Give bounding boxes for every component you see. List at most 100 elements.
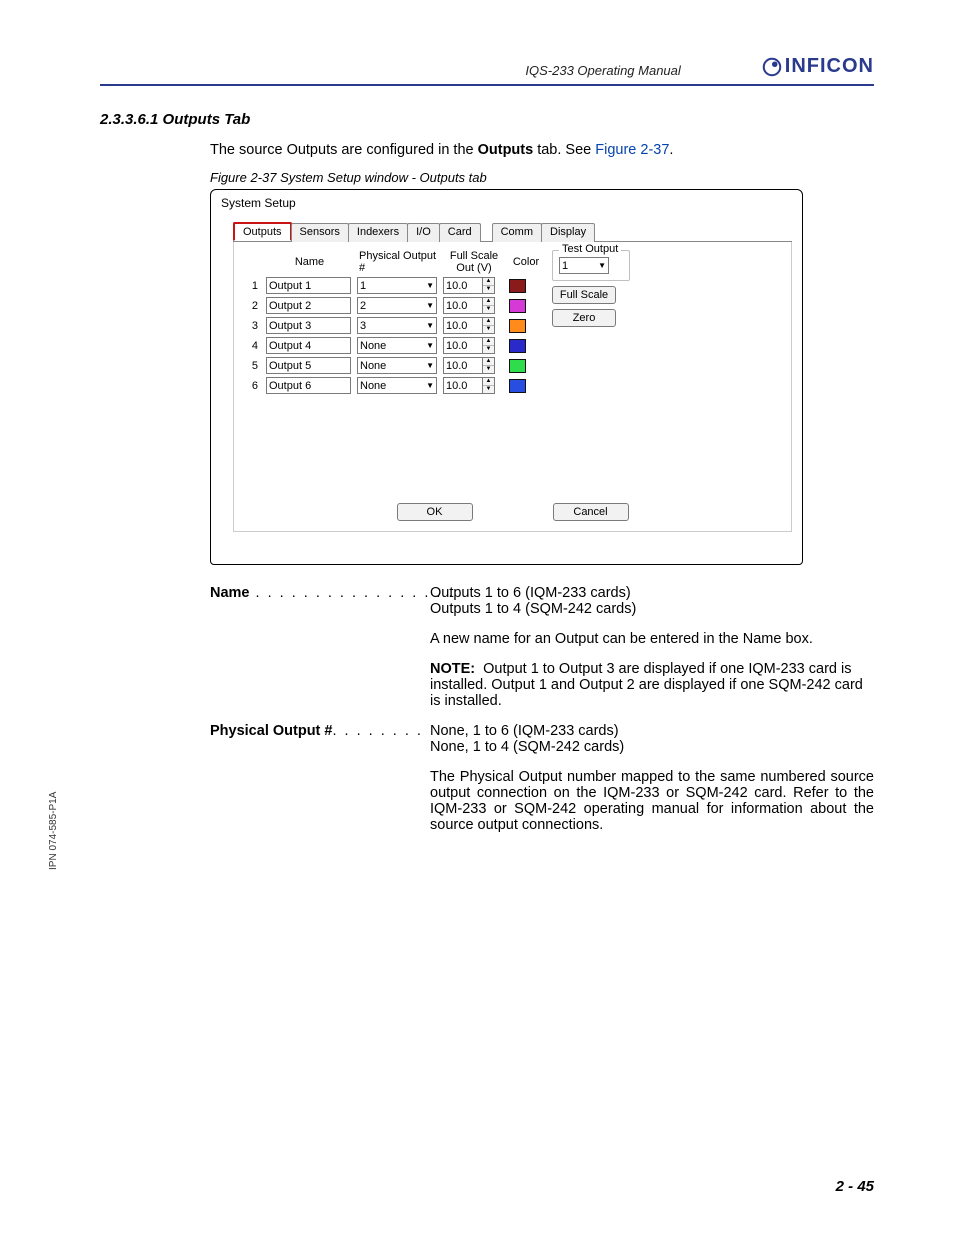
zero-button[interactable]: Zero — [552, 309, 616, 327]
tab-page-outputs: Name Physical Output # Full Scale Out (V… — [233, 242, 792, 532]
brand-text: INFICON — [785, 55, 874, 78]
logo-swirl-icon — [761, 56, 783, 78]
tab-card[interactable]: Card — [439, 223, 481, 242]
row-index: 2 — [244, 300, 260, 312]
intro-pre: The source Outputs are configured in the — [210, 142, 478, 158]
spinner-down-icon[interactable]: ▼ — [483, 286, 494, 293]
col-phys: Physical Output # — [357, 250, 437, 274]
physical-output-combo[interactable]: None▼ — [357, 337, 437, 354]
full-scale-button[interactable]: Full Scale — [552, 286, 616, 304]
col-fullscale: Full Scale Out (V) — [443, 250, 503, 274]
spinner-down-icon[interactable]: ▼ — [483, 366, 494, 373]
row-index: 6 — [244, 380, 260, 392]
spinner-up-icon[interactable]: ▲ — [483, 278, 494, 286]
spinner-up-icon[interactable]: ▲ — [483, 378, 494, 386]
def-phys: Physical Output #. . . . . . . . None, 1… — [210, 723, 874, 847]
test-output-combo[interactable]: 1 ▼ — [559, 257, 609, 274]
physical-output-combo[interactable]: None▼ — [357, 377, 437, 394]
intro-bold: Outputs — [478, 142, 534, 158]
figure-reference-link[interactable]: Figure 2-37 — [595, 142, 669, 158]
color-swatch[interactable] — [509, 379, 526, 393]
def-name: Name . . . . . . . . . . . . . . . . . O… — [210, 585, 874, 709]
physical-output-combo[interactable]: 3▼ — [357, 317, 437, 334]
output-name-input[interactable] — [266, 297, 351, 314]
fullscale-spinner[interactable]: ▲▼ — [443, 337, 503, 354]
window-title: System Setup — [211, 190, 802, 212]
spinner-up-icon[interactable]: ▲ — [483, 338, 494, 346]
fullscale-spinner[interactable]: ▲▼ — [443, 297, 503, 314]
brand-logo: INFICON — [761, 55, 874, 78]
tab-io[interactable]: I/O — [407, 223, 440, 242]
color-swatch[interactable] — [509, 359, 526, 373]
fullscale-spinner[interactable]: ▲▼ — [443, 377, 503, 394]
definitions: Name . . . . . . . . . . . . . . . . . O… — [210, 585, 874, 847]
page-header: IQS-233 Operating Manual INFICON — [100, 55, 874, 86]
note-body: Output 1 to Output 3 are displayed if on… — [430, 661, 863, 709]
output-name-input[interactable] — [266, 357, 351, 374]
fullscale-spinner[interactable]: ▲▼ — [443, 317, 503, 334]
fullscale-value[interactable] — [443, 317, 483, 334]
system-setup-window: System Setup Outputs Sensors Indexers I/… — [210, 189, 803, 565]
output-name-input[interactable] — [266, 337, 351, 354]
test-output-fieldset: Test Output 1 ▼ — [552, 250, 630, 281]
spinner-up-icon[interactable]: ▲ — [483, 298, 494, 306]
def-phys-para2: The Physical Output number mapped to the… — [430, 769, 874, 833]
def-phys-line1: None, 1 to 6 (IQM-233 cards) — [430, 723, 874, 739]
output-row: 6None▼▲▼ — [244, 377, 781, 394]
fullscale-spinner[interactable]: ▲▼ — [443, 277, 503, 294]
tab-sensors[interactable]: Sensors — [291, 223, 349, 242]
color-swatch[interactable] — [509, 319, 526, 333]
side-ipn: IPN 074-585-P1A — [48, 792, 59, 870]
color-swatch[interactable] — [509, 299, 526, 313]
chevron-down-icon: ▼ — [426, 281, 434, 290]
def-name-note: NOTE: Output 1 to Output 3 are displayed… — [430, 661, 874, 709]
spinner-up-icon[interactable]: ▲ — [483, 358, 494, 366]
fullscale-value[interactable] — [443, 377, 483, 394]
chevron-down-icon: ▼ — [426, 341, 434, 350]
def-phys-term: Physical Output # — [210, 723, 332, 739]
spinner-down-icon[interactable]: ▼ — [483, 346, 494, 353]
physical-output-combo[interactable]: 1▼ — [357, 277, 437, 294]
physical-output-combo[interactable]: 2▼ — [357, 297, 437, 314]
col-fs-line2: Out (V) — [456, 262, 491, 274]
color-swatch[interactable] — [509, 279, 526, 293]
chevron-down-icon: ▼ — [426, 361, 434, 370]
row-index: 3 — [244, 320, 260, 332]
output-name-input[interactable] — [266, 277, 351, 294]
col-fs-line1: Full Scale — [450, 250, 498, 262]
row-index: 1 — [244, 280, 260, 292]
output-row: 4None▼▲▼ — [244, 337, 781, 354]
cancel-button[interactable]: Cancel — [553, 503, 629, 521]
spinner-down-icon[interactable]: ▼ — [483, 386, 494, 393]
tab-indexers[interactable]: Indexers — [348, 223, 408, 242]
intro-post: tab. See — [533, 142, 595, 158]
outputs-header-row: Name Physical Output # Full Scale Out (V… — [244, 250, 781, 274]
def-name-line2: Outputs 1 to 4 (SQM-242 cards) — [430, 601, 874, 617]
physical-output-combo[interactable]: None▼ — [357, 357, 437, 374]
output-name-input[interactable] — [266, 317, 351, 334]
tab-outputs[interactable]: Outputs — [233, 222, 292, 241]
page-number: 2 - 45 — [836, 1178, 874, 1195]
ok-button[interactable]: OK — [397, 503, 473, 521]
def-name-line1: Outputs 1 to 6 (IQM-233 cards) — [430, 585, 874, 601]
def-name-term: Name — [210, 585, 250, 601]
output-row: 3 3▼ ▲▼ — [244, 317, 781, 334]
col-color: Color — [509, 256, 541, 268]
fullscale-value[interactable] — [443, 277, 483, 294]
color-swatch[interactable] — [509, 339, 526, 353]
fullscale-value[interactable] — [443, 297, 483, 314]
row-index: 5 — [244, 360, 260, 372]
spinner-down-icon[interactable]: ▼ — [483, 306, 494, 313]
fullscale-value[interactable] — [443, 337, 483, 354]
tab-display[interactable]: Display — [541, 223, 595, 242]
chevron-down-icon: ▼ — [426, 381, 434, 390]
spinner-down-icon[interactable]: ▼ — [483, 326, 494, 333]
spinner-up-icon[interactable]: ▲ — [483, 318, 494, 326]
tab-comm[interactable]: Comm — [492, 223, 542, 242]
row-index: 4 — [244, 340, 260, 352]
fullscale-value[interactable] — [443, 357, 483, 374]
fullscale-spinner[interactable]: ▲▼ — [443, 357, 503, 374]
output-name-input[interactable] — [266, 377, 351, 394]
def-phys-line2: None, 1 to 4 (SQM-242 cards) — [430, 739, 874, 755]
tab-bar: Outputs Sensors Indexers I/O Card Comm D… — [233, 222, 792, 242]
